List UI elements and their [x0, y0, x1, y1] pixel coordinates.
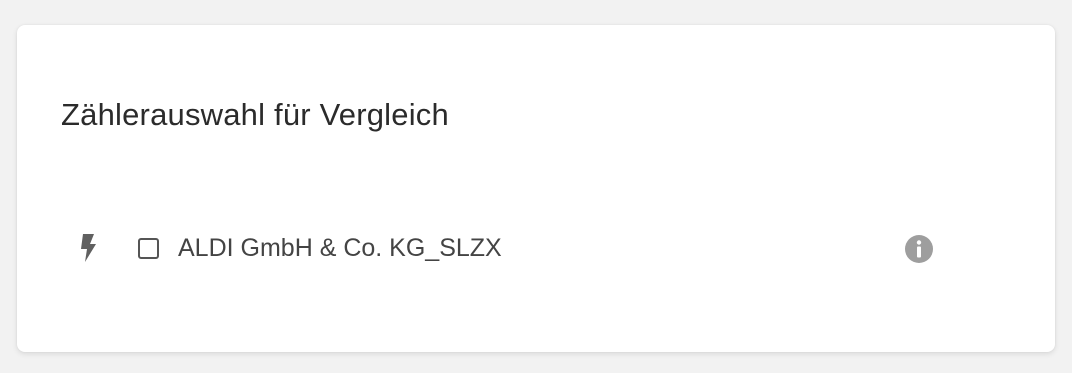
meter-checkbox[interactable]: [138, 237, 159, 259]
meter-list-item: ALDI GmbH & Co. KG_SLZX: [77, 225, 937, 271]
info-icon[interactable]: [903, 233, 935, 265]
meter-selection-card: Zählerauswahl für Vergleich ALDI GmbH & …: [17, 25, 1055, 352]
meter-label: ALDI GmbH & Co. KG_SLZX: [178, 233, 502, 262]
card-title: Zählerauswahl für Vergleich: [61, 97, 449, 132]
lightning-bolt-icon: [77, 232, 99, 264]
